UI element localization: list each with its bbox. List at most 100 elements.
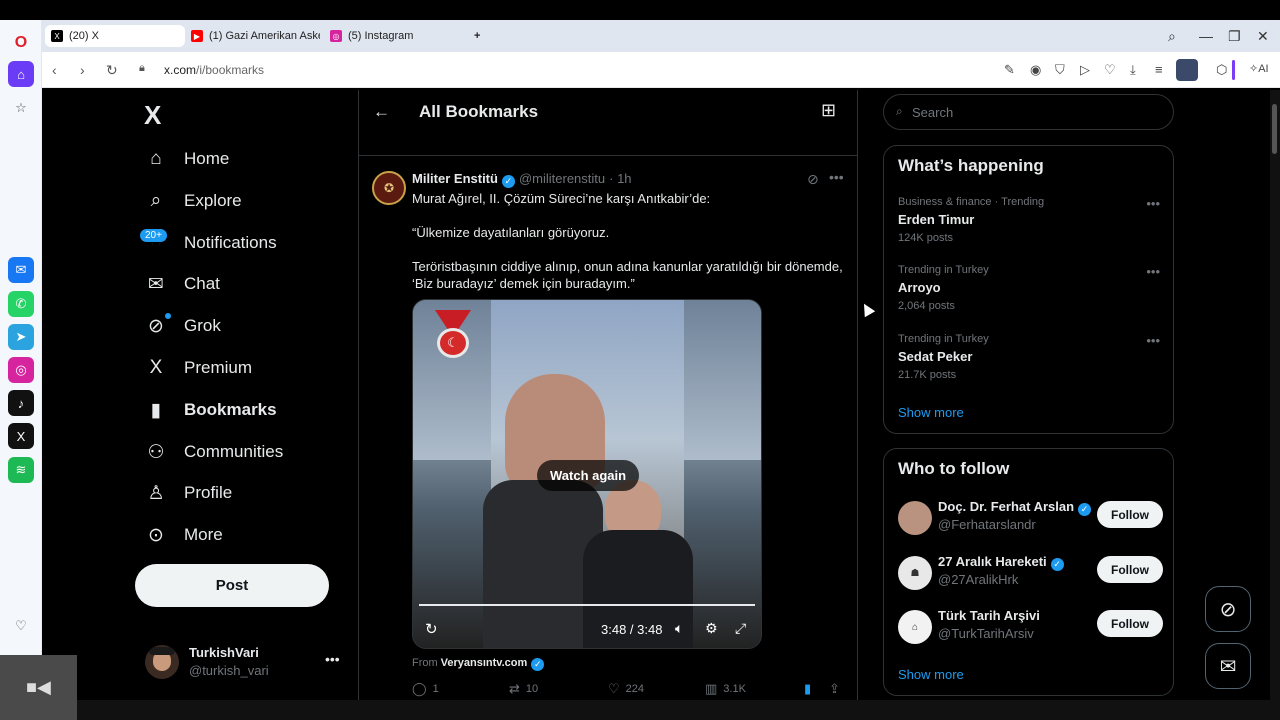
account-switcher[interactable]: TurkishVari @turkish_vari ••• bbox=[145, 643, 345, 683]
camera-icon[interactable]: ◉ bbox=[1030, 62, 1041, 78]
share-button[interactable]: ⇪ bbox=[829, 681, 846, 697]
forward-icon[interactable]: › bbox=[80, 62, 85, 78]
show-more-link[interactable]: Show more bbox=[898, 405, 964, 420]
grok-icon[interactable]: ⊘ bbox=[807, 171, 819, 188]
nav-premium[interactable]: X Premium bbox=[144, 353, 252, 383]
heart-icon[interactable]: ♡ bbox=[8, 613, 34, 639]
nav-more[interactable]: ⊙ More bbox=[144, 520, 223, 550]
show-more-link[interactable]: Show more bbox=[898, 667, 964, 682]
reload-icon[interactable]: ↻ bbox=[106, 62, 118, 79]
repost-button[interactable]: ⇄ 10 bbox=[509, 681, 538, 697]
search-input[interactable]: ⌕ Search bbox=[883, 94, 1174, 130]
fullscreen-icon[interactable]: ⤢ bbox=[735, 620, 746, 637]
tab-x[interactable]: X (20) X bbox=[45, 25, 185, 47]
shield-icon[interactable]: ⛉ bbox=[1055, 62, 1065, 78]
messages-fab-icon[interactable]: ✉ bbox=[1205, 643, 1251, 689]
page-scrollbar[interactable] bbox=[1270, 90, 1280, 700]
trend-item[interactable]: Trending in Turkey Sedat Peker 21.7K pos… bbox=[898, 333, 1160, 389]
verified-badge-icon: ✓ bbox=[501, 175, 515, 188]
profile-avatar[interactable] bbox=[1176, 59, 1198, 81]
follow-suggestion[interactable]: ⌂ Türk Tarih Arşivi @TurkTarihArsiv Foll… bbox=[898, 608, 1164, 648]
avatar[interactable]: ⌂ bbox=[898, 610, 932, 644]
whatsapp-icon[interactable]: ✆ bbox=[8, 291, 34, 317]
x-icon[interactable]: X bbox=[8, 423, 34, 449]
trend-item[interactable]: Trending in Turkey Arroyo 2,064 posts ••… bbox=[898, 264, 1160, 320]
like-button[interactable]: ♡ 224 bbox=[608, 681, 644, 697]
search-tabs-icon[interactable]: ⌕ bbox=[1168, 28, 1176, 45]
nav-home[interactable]: ⌂ Home bbox=[144, 144, 229, 174]
views-button[interactable]: ▥ 3.1K bbox=[705, 681, 746, 697]
volume-icon[interactable]: 🔈︎ bbox=[675, 620, 683, 637]
author-handle[interactable]: @militerenstitu bbox=[519, 171, 605, 186]
restore-icon[interactable]: ❐ bbox=[1228, 28, 1241, 45]
post-button[interactable]: Post bbox=[135, 564, 329, 607]
instagram-icon[interactable]: ◎ bbox=[8, 357, 34, 383]
follow-button[interactable]: Follow bbox=[1097, 501, 1163, 528]
minimize-icon[interactable]: — bbox=[1199, 28, 1213, 44]
ai-button[interactable]: ✧AI bbox=[1249, 62, 1269, 75]
bookmarks-star-icon[interactable]: ☆ bbox=[8, 95, 34, 121]
author-name[interactable]: Militer Enstitü bbox=[412, 171, 498, 186]
cube-icon[interactable]: ⬡ bbox=[1216, 62, 1227, 78]
nav-profile[interactable]: ♙ Profile bbox=[144, 478, 232, 508]
tab-instagram[interactable]: ◎ (5) Instagram bbox=[324, 25, 464, 47]
edit-icon[interactable]: ✎ bbox=[1004, 62, 1015, 78]
follow-suggestion[interactable]: ☗ 27 Aralık Hareketi ✓ @27AralikHrk Follo… bbox=[898, 554, 1164, 594]
follow-button[interactable]: Follow bbox=[1097, 556, 1163, 583]
grok-fab-icon[interactable]: ⊘ bbox=[1205, 586, 1251, 632]
telegram-icon[interactable]: ➤ bbox=[8, 324, 34, 350]
nav-label: Grok bbox=[184, 316, 221, 335]
download-icon[interactable]: ⤓ bbox=[1130, 62, 1136, 78]
youtube-icon: ▶ bbox=[191, 30, 203, 42]
url-path: /i/bookmarks bbox=[196, 63, 265, 77]
nav-explore[interactable]: ⌕ Explore bbox=[144, 186, 242, 216]
new-folder-icon[interactable]: ⊞ bbox=[821, 100, 836, 121]
watch-again-button[interactable]: Watch again bbox=[537, 460, 640, 491]
tab-youtube[interactable]: ▶ (1) Gazi Amerikan Askeri \ bbox=[185, 25, 320, 47]
reply-button[interactable]: ◯ 1 bbox=[412, 681, 439, 697]
avatar[interactable]: ✪ bbox=[372, 171, 406, 205]
more-icon[interactable]: ••• bbox=[1146, 264, 1160, 279]
tweet[interactable]: ✪ Militer Enstitü ✓ @militerenstitu · 1h ⊘ … bbox=[359, 157, 857, 700]
follow-suggestion[interactable]: Doç. Dr. Ferhat Arslan ✓ @Ferhatarslandr … bbox=[898, 499, 1164, 539]
messenger-icon[interactable]: ✉ bbox=[8, 257, 34, 283]
new-tab-button[interactable]: + bbox=[468, 25, 488, 47]
x-page: X ⌂ Home ⌕ Explore ◔ Notifications 20+ ✉… bbox=[44, 90, 1270, 700]
suggestion-name-text: 27 Aralık Hareketi bbox=[938, 554, 1047, 569]
video-progress-bar[interactable] bbox=[419, 604, 755, 606]
x-logo[interactable]: X bbox=[144, 100, 161, 131]
more-icon[interactable]: ••• bbox=[1146, 196, 1160, 211]
sidebar-toggle[interactable] bbox=[1232, 60, 1235, 80]
follow-button[interactable]: Follow bbox=[1097, 610, 1163, 637]
nav-grok[interactable]: ⊘ Grok bbox=[144, 311, 221, 341]
close-icon[interactable]: ✕ bbox=[1257, 28, 1269, 45]
avatar[interactable] bbox=[898, 501, 932, 535]
spotify-icon[interactable]: ≋ bbox=[8, 457, 34, 483]
avatar[interactable]: ☗ bbox=[898, 556, 932, 590]
suggestion-handle: @Ferhatarslandr bbox=[938, 517, 1036, 532]
back-arrow-icon[interactable]: ← bbox=[373, 102, 390, 122]
scrollbar-thumb[interactable] bbox=[1272, 104, 1277, 154]
opera-logo-icon[interactable]: O bbox=[8, 30, 34, 56]
nav-communities[interactable]: ⚇ Communities bbox=[144, 437, 283, 467]
nav-bookmarks[interactable]: ▮ Bookmarks bbox=[144, 395, 277, 425]
url-field[interactable]: x.com/i/bookmarks bbox=[164, 63, 264, 77]
source-name[interactable]: Veryansıntv.com bbox=[441, 657, 528, 669]
bookmark-button[interactable]: ▮ bbox=[804, 681, 817, 697]
menu-icon[interactable]: ≡ bbox=[1155, 62, 1163, 77]
home-icon[interactable]: ⌂ bbox=[8, 61, 34, 87]
send-icon[interactable]: ▷ bbox=[1080, 62, 1090, 78]
more-icon[interactable]: ••• bbox=[829, 169, 844, 185]
nav-chat[interactable]: ✉ Chat bbox=[144, 269, 220, 299]
tiktok-icon[interactable]: ♪ bbox=[8, 390, 34, 416]
back-icon[interactable]: ‹ bbox=[52, 62, 57, 78]
settings-icon[interactable]: ⚙ bbox=[705, 620, 718, 637]
from-label: From bbox=[412, 657, 438, 669]
trend-item[interactable]: Business & finance · Trending Erden Timu… bbox=[898, 196, 1160, 252]
video-player[interactable]: ☾ Watch again ↻ 3:48 / 3:48 🔈︎ ⚙ ⤢ bbox=[412, 299, 762, 649]
heart-icon[interactable]: ♡ bbox=[1104, 62, 1116, 78]
replay-icon[interactable]: ↻ bbox=[425, 620, 438, 638]
more-icon[interactable]: ••• bbox=[325, 651, 340, 667]
page-title: All Bookmarks bbox=[419, 102, 539, 121]
more-icon[interactable]: ••• bbox=[1146, 333, 1160, 348]
